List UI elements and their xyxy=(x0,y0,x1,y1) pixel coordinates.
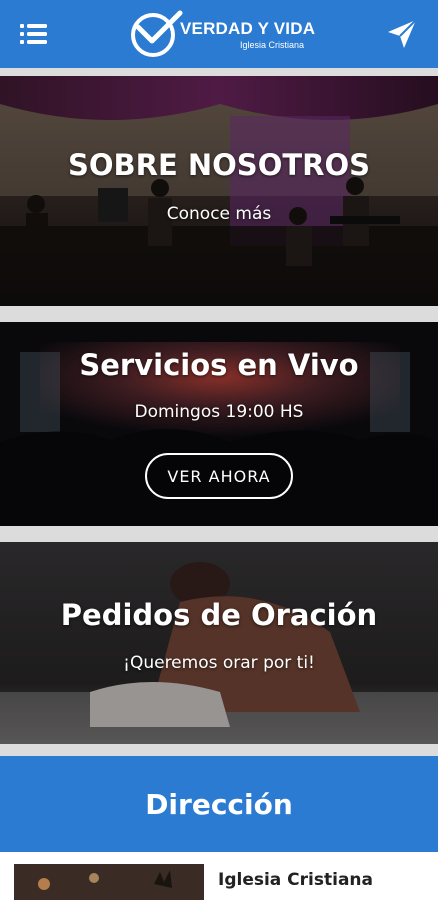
card-subtitle: ¡Queremos orar por ti! xyxy=(123,653,315,673)
card-title: Servicios en Vivo xyxy=(79,348,359,382)
card-title: Pedidos de Oración xyxy=(60,598,378,632)
address-title: Dirección xyxy=(145,787,293,821)
app-logo: VERDAD Y VIDA Iglesia Cristiana xyxy=(128,9,318,59)
app-header: VERDAD Y VIDA Iglesia Cristiana xyxy=(0,0,438,68)
address-section-header: Dirección xyxy=(0,756,438,852)
send-button[interactable] xyxy=(386,18,418,50)
address-card[interactable]: Iglesia Cristiana xyxy=(0,852,438,900)
card-overlay xyxy=(0,76,438,306)
prayer-requests-card[interactable]: Pedidos de Oración ¡Queremos orar por ti… xyxy=(0,542,438,744)
church-photo xyxy=(14,864,204,900)
card-subtitle: Domingos 19:00 HS xyxy=(134,402,304,422)
card-subtitle: Conoce más xyxy=(166,204,272,224)
logo-check-circle-icon xyxy=(131,10,183,57)
hamburger-menu-icon xyxy=(20,24,47,44)
card-title: SOBRE NOSOTROS xyxy=(68,148,370,182)
about-us-card[interactable]: SOBRE NOSOTROS Conoce más xyxy=(0,76,438,306)
paper-plane-icon xyxy=(388,19,417,48)
menu-button[interactable] xyxy=(20,23,48,45)
live-services-card[interactable]: Servicios en Vivo Domingos 19:00 HS VER … xyxy=(0,322,438,526)
card-overlay xyxy=(0,542,438,744)
logo-subtitle: Iglesia Cristiana xyxy=(240,40,305,50)
logo-title: VERDAD Y VIDA xyxy=(180,19,316,38)
church-name: Iglesia Cristiana xyxy=(218,870,373,890)
watch-now-button[interactable]: VER AHORA xyxy=(145,453,293,499)
